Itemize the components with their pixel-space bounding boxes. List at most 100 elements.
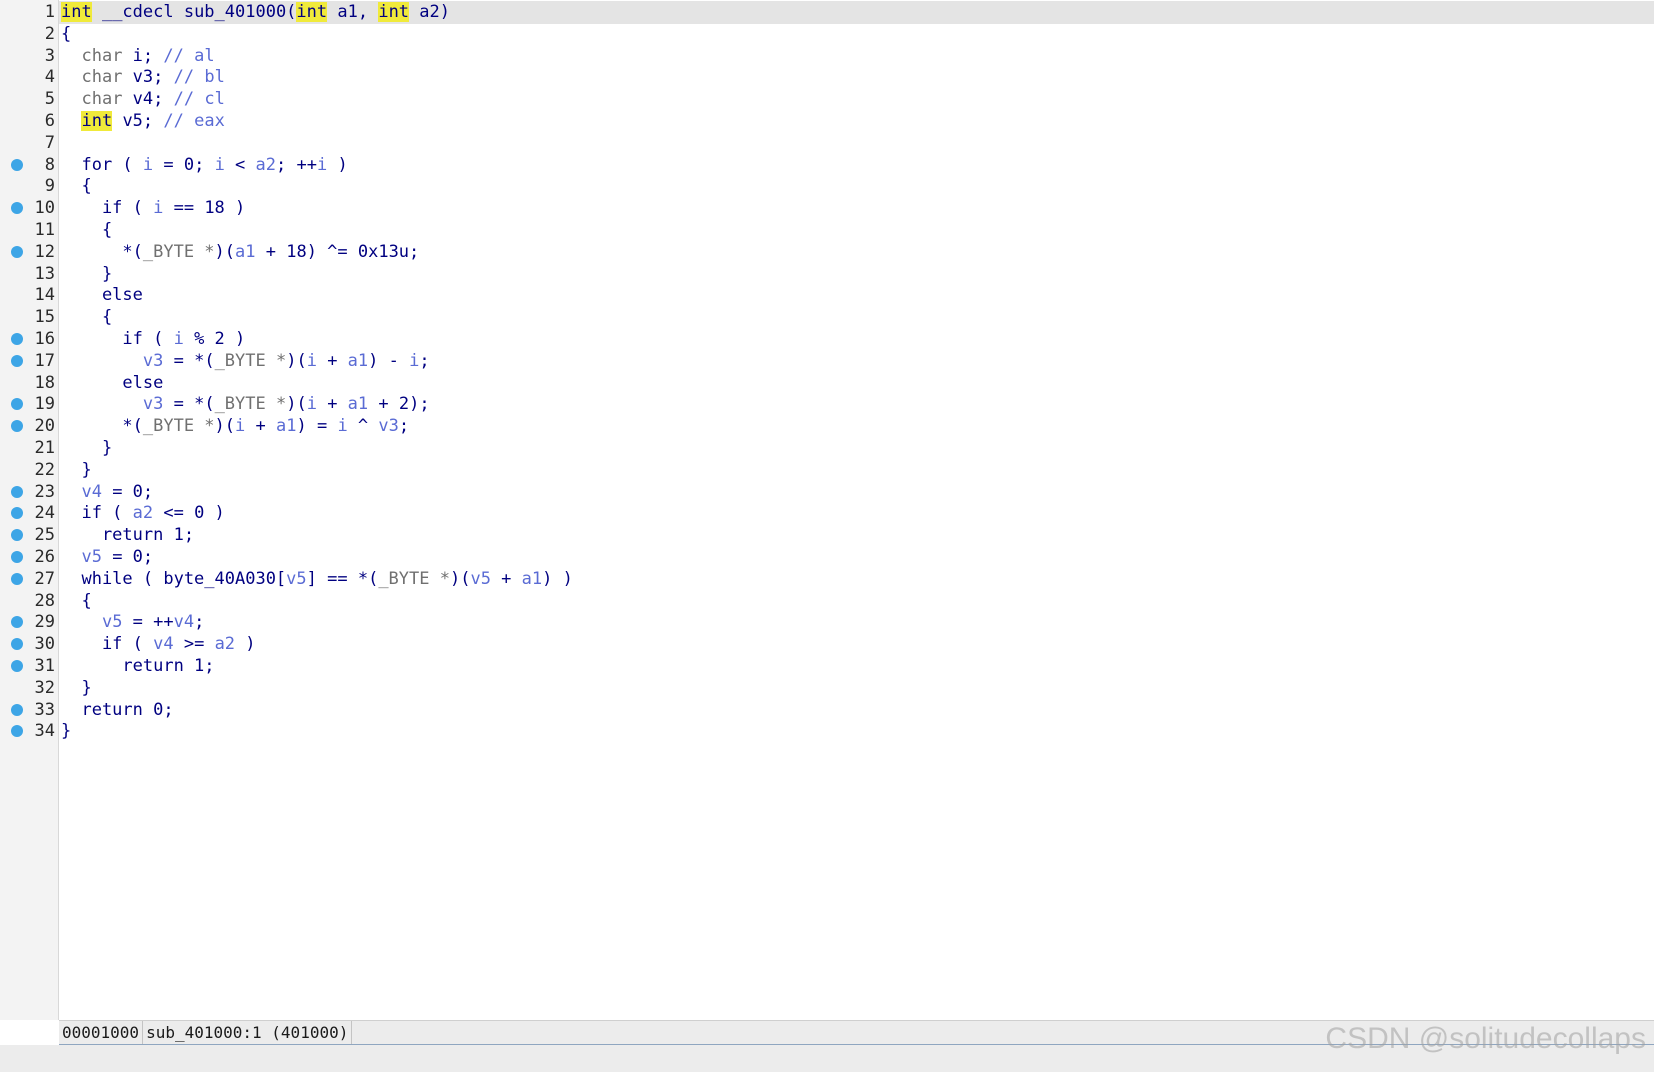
code-line[interactable]: for ( i = 0; i < a2; ++i ) bbox=[61, 154, 347, 177]
code-line[interactable]: if ( i % 2 ) bbox=[61, 328, 245, 351]
code-line[interactable]: } bbox=[61, 459, 91, 482]
code-token[interactable]: + 18) ^= 0x13u; bbox=[256, 242, 420, 262]
code-line[interactable]: { bbox=[61, 219, 112, 242]
code-token[interactable]: ) ) bbox=[542, 569, 573, 589]
gutter-line[interactable]: 15 bbox=[0, 306, 59, 329]
code-line[interactable]: } bbox=[61, 263, 112, 286]
code-token[interactable]: ^ bbox=[348, 416, 379, 436]
code-token[interactable]: } bbox=[61, 438, 112, 458]
code-token[interactable]: ] == *( bbox=[307, 569, 379, 589]
gutter-line[interactable]: 18 bbox=[0, 372, 59, 395]
code-line[interactable]: { bbox=[61, 23, 71, 46]
breakpoint-dot-icon[interactable] bbox=[11, 158, 23, 171]
code-token[interactable]: _BYTE * bbox=[143, 416, 215, 436]
code-line[interactable]: char v4; // cl bbox=[61, 88, 225, 111]
code-token[interactable]: if ( bbox=[61, 634, 153, 654]
code-token[interactable]: i; bbox=[122, 46, 163, 66]
code-token[interactable]: )( bbox=[286, 351, 306, 371]
code-token[interactable]: { bbox=[61, 176, 91, 196]
code-token[interactable]: { bbox=[61, 24, 71, 44]
code-line[interactable]: v3 = *(_BYTE *)(i + a1) - i; bbox=[61, 350, 430, 373]
gutter-line[interactable]: 22 bbox=[0, 459, 59, 482]
variable-token[interactable]: v3 bbox=[378, 416, 398, 436]
code-token[interactable]: } bbox=[61, 264, 112, 284]
code-token[interactable]: _BYTE * bbox=[378, 569, 450, 589]
highlighted-token[interactable]: int bbox=[378, 2, 410, 22]
breakpoint-dot-icon[interactable] bbox=[11, 725, 23, 738]
gutter-line[interactable]: 13 bbox=[0, 263, 59, 286]
code-token[interactable]: { bbox=[61, 220, 112, 240]
code-token[interactable]: if ( bbox=[61, 198, 153, 218]
code-line[interactable]: while ( byte_40A030[v5] == *(_BYTE *)(v5… bbox=[61, 568, 573, 591]
code-token[interactable]: % 2 ) bbox=[184, 329, 245, 349]
code-token[interactable]: else bbox=[61, 373, 163, 393]
code-line[interactable]: else bbox=[61, 284, 143, 307]
comment-token[interactable]: // eax bbox=[163, 111, 224, 131]
variable-token[interactable]: a1 bbox=[348, 394, 368, 414]
variable-token[interactable]: a1 bbox=[276, 416, 296, 436]
code-token[interactable]: )( bbox=[215, 242, 235, 262]
breakpoint-dot-icon[interactable] bbox=[11, 507, 23, 520]
code-token[interactable]: >= bbox=[174, 634, 215, 654]
code-line[interactable]: } bbox=[61, 720, 71, 743]
code-token[interactable]: ) bbox=[327, 155, 347, 175]
code-token[interactable]: } bbox=[61, 460, 91, 480]
code-token[interactable]: if ( bbox=[61, 503, 133, 523]
code-token[interactable]: = *( bbox=[163, 351, 215, 371]
comment-token[interactable]: // al bbox=[163, 46, 214, 66]
code-token[interactable]: return 1; bbox=[61, 656, 214, 676]
gutter-line[interactable]: 7 bbox=[0, 132, 59, 155]
gutter-line[interactable]: 25 bbox=[0, 524, 59, 547]
code-token[interactable]: = 0; bbox=[153, 155, 214, 175]
variable-token[interactable]: v4 bbox=[174, 612, 194, 632]
breakpoint-dot-icon[interactable] bbox=[11, 245, 23, 258]
code-token[interactable] bbox=[61, 46, 81, 66]
code-line[interactable]: v5 = ++v4; bbox=[61, 611, 204, 634]
code-token[interactable]: return 0; bbox=[61, 700, 173, 720]
comment-token[interactable]: // bl bbox=[174, 67, 225, 87]
breakpoint-dot-icon[interactable] bbox=[11, 660, 23, 672]
gutter-line[interactable]: 3 bbox=[0, 45, 59, 68]
code-token[interactable]: )( bbox=[286, 394, 306, 414]
code-token[interactable]: == 18 ) bbox=[163, 198, 246, 218]
gutter-line[interactable]: 8 bbox=[0, 154, 59, 177]
code-token[interactable]: return 1; bbox=[61, 525, 194, 545]
variable-token[interactable]: a1 bbox=[522, 569, 542, 589]
code-line[interactable]: return 1; bbox=[61, 655, 214, 678]
gutter-line[interactable]: 31 bbox=[0, 655, 59, 678]
variable-token[interactable]: i bbox=[337, 416, 347, 436]
code-line[interactable]: { bbox=[61, 590, 91, 613]
code-line[interactable]: if ( i == 18 ) bbox=[61, 197, 245, 220]
code-line[interactable]: else bbox=[61, 372, 163, 395]
gutter-line[interactable]: 21 bbox=[0, 437, 59, 460]
breakpoint-dot-icon[interactable] bbox=[11, 638, 23, 651]
code-token[interactable]: _BYTE * bbox=[215, 351, 287, 371]
code-token[interactable]: + bbox=[491, 569, 522, 589]
variable-token[interactable]: v5 bbox=[286, 569, 306, 589]
gutter-line[interactable]: 16 bbox=[0, 328, 59, 351]
code-token[interactable]: } bbox=[61, 721, 71, 741]
gutter-line[interactable]: 17 bbox=[0, 350, 59, 373]
breakpoint-dot-icon[interactable] bbox=[11, 529, 23, 542]
code-token[interactable] bbox=[61, 547, 81, 567]
breakpoint-dot-icon[interactable] bbox=[11, 572, 23, 585]
code-token[interactable]: a1, bbox=[327, 2, 378, 22]
gutter-line[interactable]: 29 bbox=[0, 611, 59, 634]
variable-token[interactable]: v3 bbox=[143, 394, 163, 414]
variable-token[interactable]: i bbox=[174, 329, 184, 349]
gutter-line[interactable]: 32 bbox=[0, 677, 59, 700]
gutter-line[interactable]: 9 bbox=[0, 175, 59, 198]
comment-token[interactable]: // cl bbox=[174, 89, 225, 109]
code-line[interactable]: *(_BYTE *)(i + a1) = i ^ v3; bbox=[61, 415, 409, 438]
code-token[interactable] bbox=[61, 89, 81, 109]
code-token[interactable]: ) - bbox=[368, 351, 409, 371]
highlighted-token[interactable]: int bbox=[61, 2, 92, 22]
variable-token[interactable]: a2 bbox=[133, 503, 153, 523]
code-line[interactable]: return 0; bbox=[61, 699, 173, 722]
gutter-line[interactable]: 24 bbox=[0, 502, 59, 525]
code-token[interactable]: while ( byte_40A030[ bbox=[61, 569, 286, 589]
highlighted-token[interactable]: int bbox=[296, 2, 328, 22]
code-line[interactable]: char v3; // bl bbox=[61, 66, 225, 89]
code-token[interactable]: + bbox=[317, 394, 348, 414]
variable-token[interactable]: a1 bbox=[348, 351, 368, 371]
